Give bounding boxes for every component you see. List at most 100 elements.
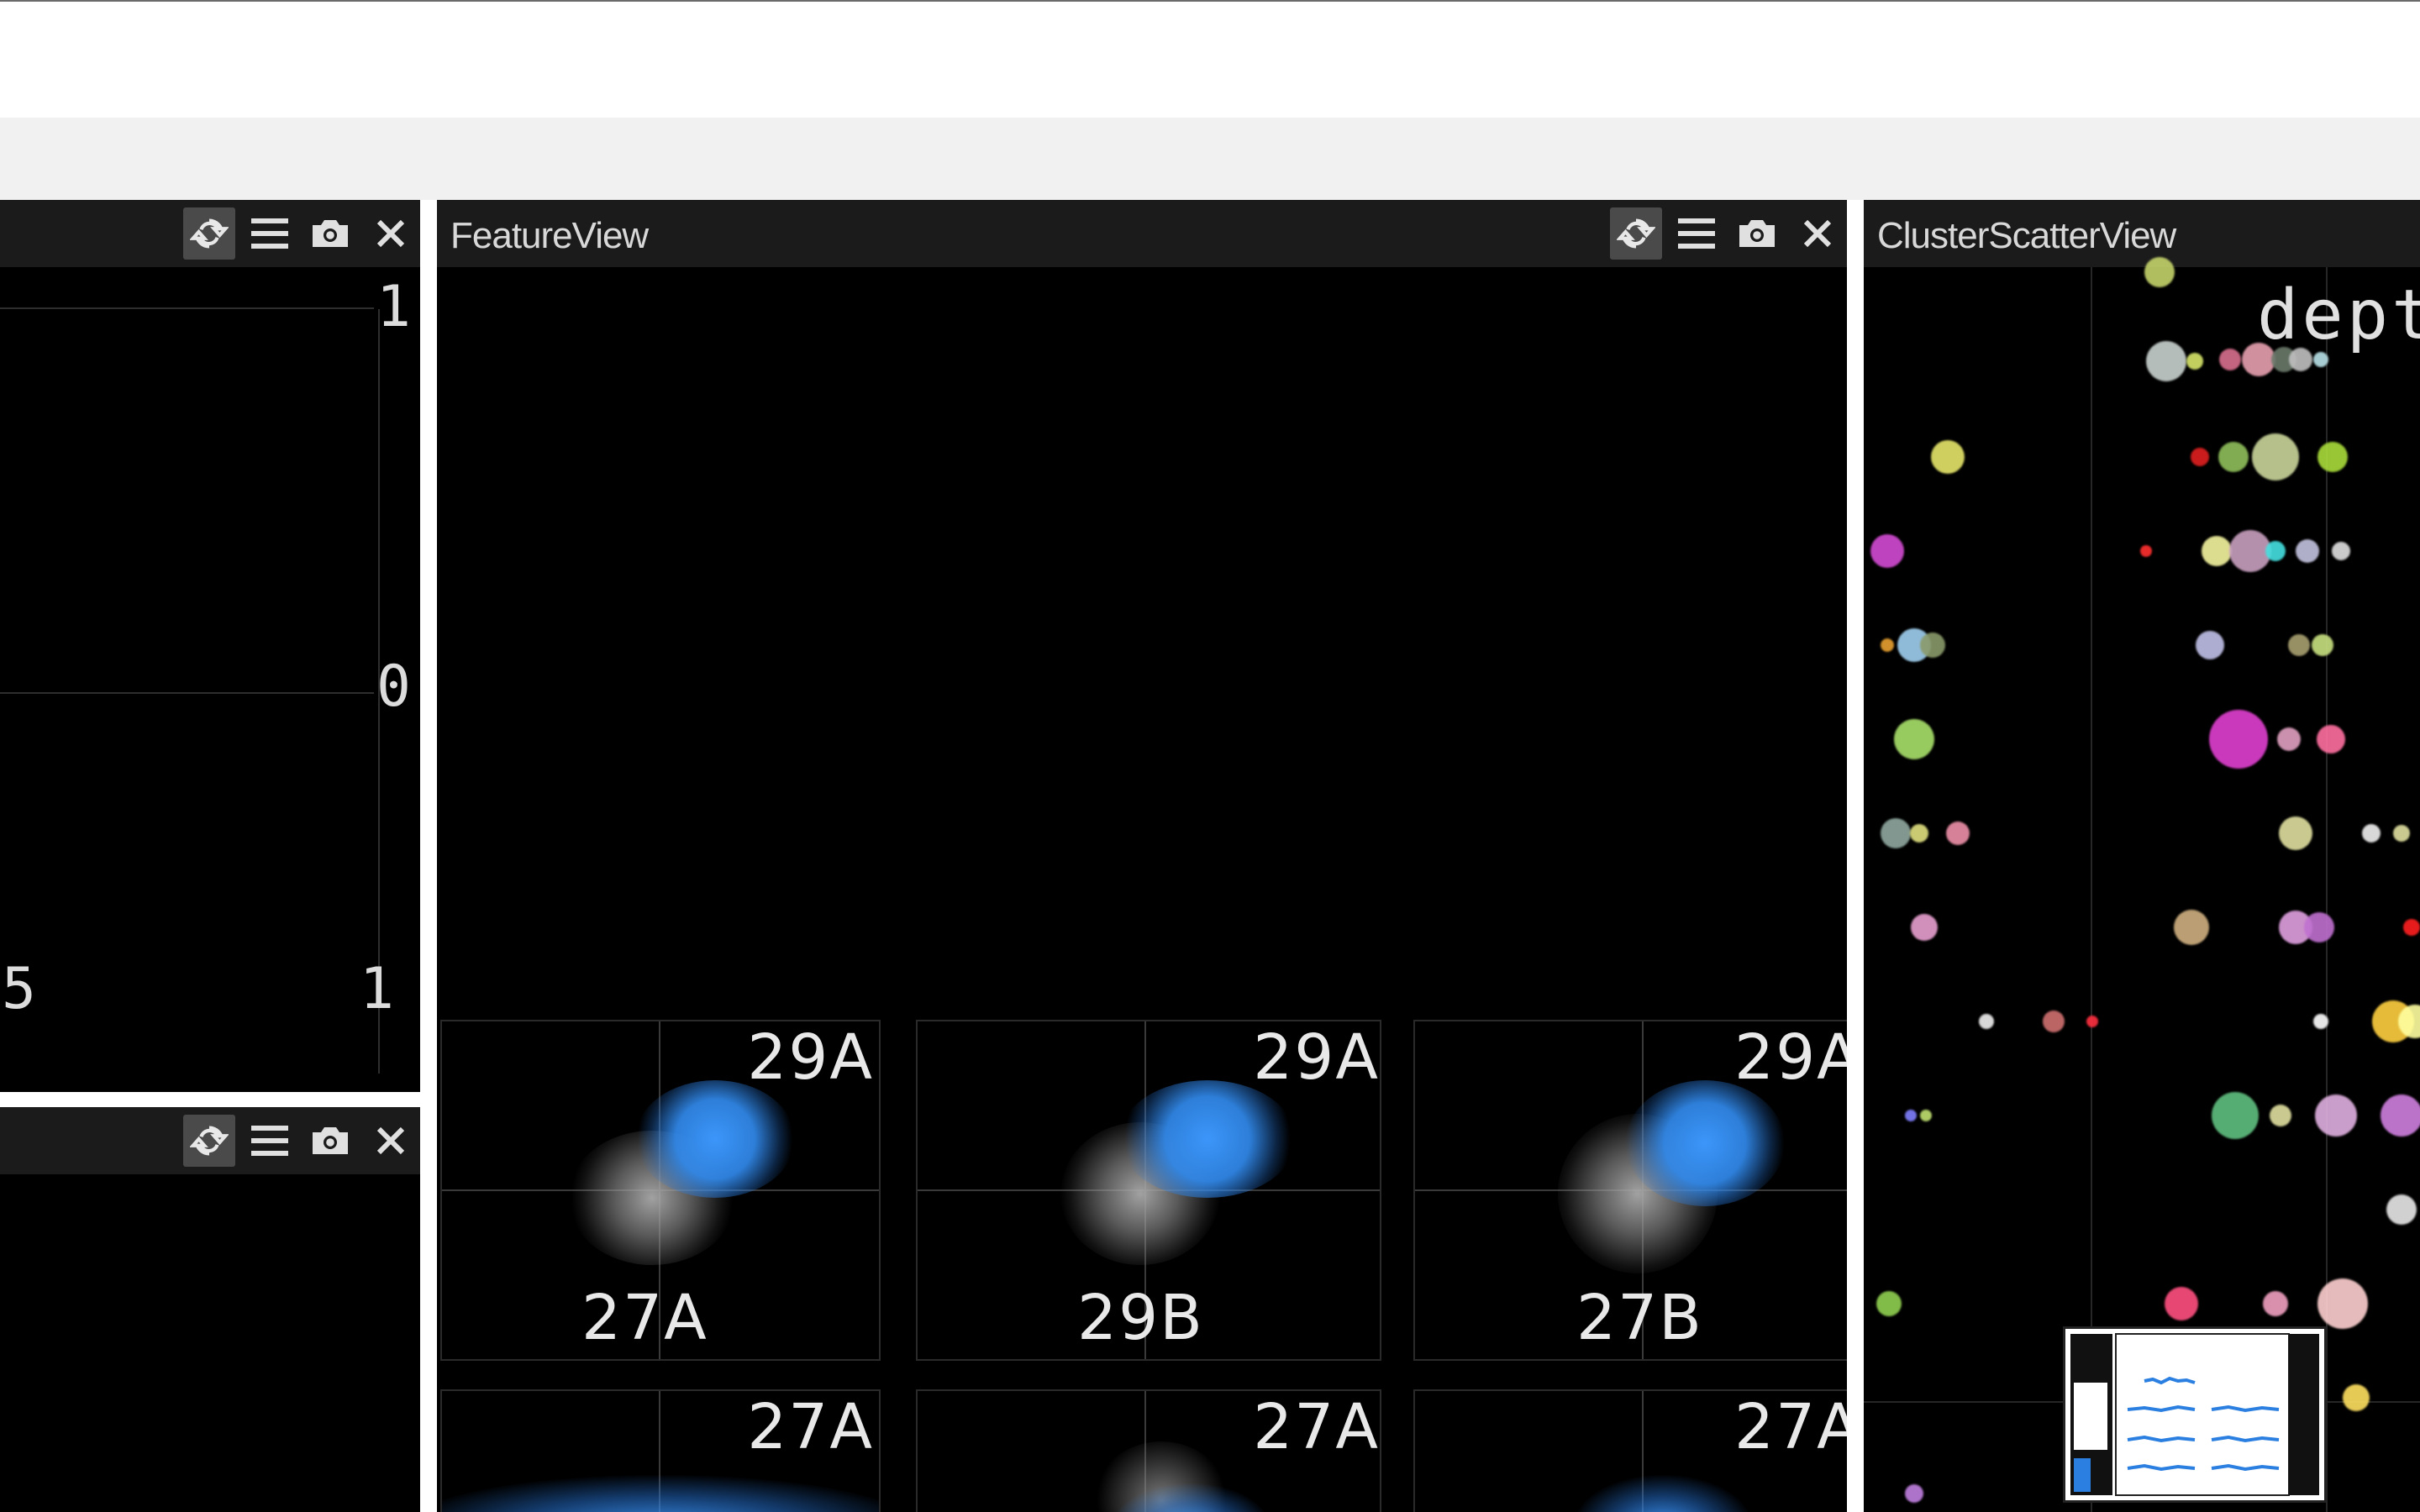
subplot-top-label: 27A — [747, 1391, 874, 1463]
axis-line-middle — [0, 692, 374, 694]
cluster-dot — [2317, 442, 2348, 472]
close-icon[interactable] — [365, 1115, 417, 1167]
subplot-top-label: 29A — [1253, 1021, 1380, 1094]
close-icon[interactable] — [1791, 207, 1844, 260]
cluster-dot — [1870, 534, 1904, 568]
axis-label-top: 1 — [376, 274, 411, 340]
cluster-dot — [2140, 545, 2152, 557]
cluster-dot — [2186, 353, 2203, 370]
camera-icon[interactable] — [304, 1115, 356, 1167]
left-top-panel: 1 0 1 5 — [0, 200, 420, 1092]
cluster-dot — [2165, 1287, 2198, 1320]
feature-subplot[interactable]: 27A — [440, 1389, 881, 1512]
window-top-border — [0, 0, 2420, 2]
blue-cluster — [1119, 1080, 1296, 1198]
cluster-dot — [1911, 914, 1938, 941]
subplot-bottom-label: 27B — [1576, 1282, 1703, 1354]
cluster-scatter-view-panel[interactable]: ClusterScatterView dept — [1864, 200, 2420, 1512]
feature-subplot[interactable]: 29A 27B — [1413, 1020, 1847, 1361]
cluster-dot — [2144, 257, 2175, 287]
camera-icon[interactable] — [1731, 207, 1783, 260]
cluster-dot — [2288, 634, 2310, 656]
cluster-dot — [2315, 1095, 2357, 1137]
toolbar-strip — [0, 118, 2420, 200]
cluster-dot — [1979, 1014, 1994, 1029]
cluster-dot — [2242, 343, 2275, 376]
cluster-dot — [2317, 725, 2345, 753]
cluster-dot — [2252, 433, 2299, 480]
subplot-top-label: 27A — [1253, 1391, 1380, 1463]
cluster-dot — [2196, 631, 2224, 659]
cluster-dot — [2191, 448, 2209, 466]
camera-icon[interactable] — [304, 207, 356, 260]
cluster-dot — [1946, 822, 1970, 845]
cluster-dot — [2332, 542, 2350, 560]
cluster-dot — [2263, 1291, 2288, 1316]
cluster-dot — [2393, 825, 2410, 842]
cluster-dot — [2362, 824, 2381, 843]
close-icon[interactable] — [365, 207, 417, 260]
cluster-dot — [2296, 539, 2319, 563]
cluster-dot — [2270, 1105, 2291, 1126]
cluster-dot — [2343, 1384, 2370, 1411]
cluster-dot — [1881, 818, 1911, 848]
cluster-dot — [2212, 1092, 2259, 1139]
cluster-dot — [2289, 348, 2312, 371]
cluster-dot — [2265, 541, 2286, 561]
cluster-dot — [2146, 341, 2186, 381]
scatter-dots — [1864, 200, 2420, 1512]
feature-view-panel[interactable]: FeatureView 29A 27A 29A 29B 29 27B 27A 2… — [437, 200, 1847, 1512]
minimap-graphic — [2069, 1332, 2321, 1497]
feature-subplot[interactable]: 27A — [916, 1389, 1381, 1512]
blue-cluster — [1575, 1475, 1751, 1512]
cluster-dot — [2174, 910, 2209, 945]
blue-cluster — [442, 1475, 879, 1512]
cluster-dot — [1905, 1484, 1923, 1503]
axis-line-top — [0, 307, 374, 309]
cluster-dot — [2304, 912, 2334, 942]
blue-cluster — [1625, 1080, 1785, 1206]
menu-icon[interactable] — [1670, 207, 1723, 260]
cluster-dot — [2313, 352, 2328, 367]
subplot-bottom-label: 27A — [581, 1282, 708, 1354]
refresh-icon[interactable] — [183, 1115, 235, 1167]
subplot-top-label: 27A — [1734, 1391, 1847, 1463]
cluster-dot — [1920, 1110, 1932, 1121]
cluster-dot — [1931, 440, 1965, 474]
cluster-dot — [2317, 1278, 2368, 1329]
cluster-dot — [2202, 536, 2232, 566]
cluster-dot — [2043, 1011, 2065, 1032]
axis-label-bottom-right: 1 — [360, 956, 394, 1022]
left-top-panel-titlebar — [0, 200, 420, 267]
cluster-dot — [1876, 1291, 1902, 1316]
feature-subplot[interactable]: 29A 27A — [440, 1020, 881, 1361]
refresh-icon[interactable] — [1610, 207, 1662, 260]
menu-icon[interactable] — [244, 1115, 296, 1167]
menu-icon[interactable] — [244, 207, 296, 260]
cluster-dot — [2086, 1016, 2098, 1027]
cluster-dot — [1894, 719, 1934, 759]
cluster-dot — [2218, 442, 2249, 472]
refresh-icon[interactable] — [183, 207, 235, 260]
axis-label-middle: 0 — [376, 654, 411, 720]
cluster-dot — [2381, 1095, 2420, 1137]
cluster-dot — [2209, 710, 2268, 769]
cluster-dot — [2313, 1014, 2328, 1029]
feature-view-titlebar: FeatureView — [437, 200, 1847, 267]
cluster-dot — [2279, 816, 2312, 850]
axis-label-bottom-left: 5 — [2, 956, 36, 1022]
left-bottom-panel — [0, 1107, 420, 1512]
subplot-top-label: 29A — [1734, 1021, 1847, 1094]
cluster-dot — [1881, 638, 1894, 652]
blue-cluster — [635, 1080, 795, 1198]
cluster-dot — [2403, 919, 2420, 936]
minimap-thumbnail[interactable] — [2065, 1329, 2324, 1500]
cluster-dot — [2386, 1194, 2417, 1225]
feature-subplot[interactable]: 27A — [1413, 1389, 1847, 1512]
left-bottom-panel-titlebar — [0, 1107, 420, 1174]
cluster-dot — [1910, 824, 1928, 843]
feature-subplot[interactable]: 29A 29B — [916, 1020, 1381, 1361]
cluster-dot — [2312, 634, 2333, 656]
subplot-top-label: 29A — [747, 1021, 874, 1094]
cluster-dot — [1905, 1110, 1917, 1121]
